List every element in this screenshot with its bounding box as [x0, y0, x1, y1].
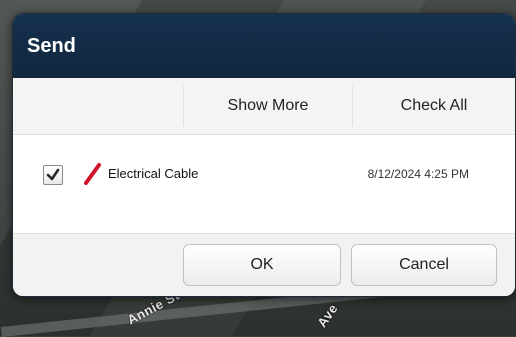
street-label: Ave — [314, 301, 341, 330]
dialog-title: Send — [27, 34, 76, 57]
dialog-footer: OK Cancel — [13, 233, 515, 296]
item-list: Electrical Cable 8/12/2024 4:25 PM — [13, 135, 515, 231]
red-line-icon — [84, 163, 101, 185]
item-date: 8/12/2024 4:25 PM — [367, 167, 469, 181]
send-dialog: Send Show More Check All Electrical Cabl… — [12, 13, 516, 297]
list-item[interactable]: Electrical Cable 8/12/2024 4:25 PM — [13, 155, 515, 195]
ok-button[interactable]: OK — [183, 244, 341, 286]
dialog-toolbar: Show More Check All — [13, 78, 515, 135]
dialog-titlebar: Send — [13, 14, 515, 78]
checkmark-icon — [46, 168, 60, 181]
item-name: Electrical Cable — [108, 166, 199, 181]
show-more-button[interactable]: Show More — [184, 78, 352, 134]
cancel-button[interactable]: Cancel — [351, 244, 497, 286]
check-all-button[interactable]: Check All — [353, 78, 515, 134]
item-checkbox[interactable] — [43, 165, 63, 185]
